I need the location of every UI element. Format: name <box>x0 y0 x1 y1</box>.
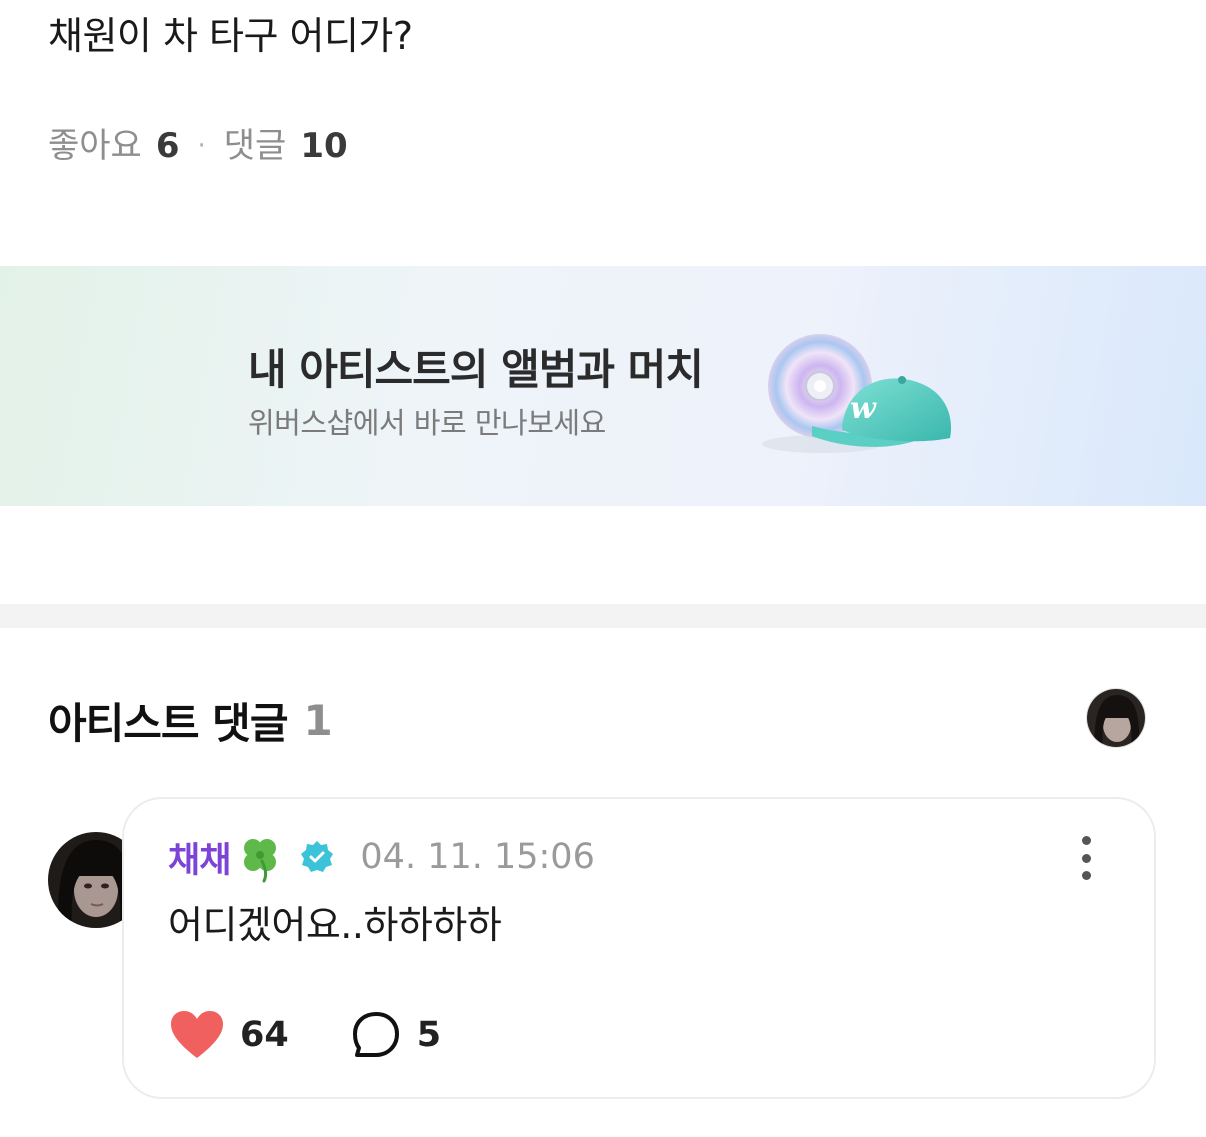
post-detail-page: 채원이 차 타구 어디가? 좋아요 6 · 댓글 10 내 아티스트의 앨범과 … <box>0 0 1206 1137</box>
like-count: 64 <box>240 1015 289 1055</box>
likes-label[interactable]: 좋아요 <box>48 122 142 170</box>
like-button[interactable]: 64 <box>170 1010 289 1060</box>
comment-timestamp: 04. 11. 15:06 <box>360 837 595 877</box>
separator-dot: · <box>197 131 206 161</box>
comments-label[interactable]: 댓글 <box>224 122 287 170</box>
heart-icon <box>171 1011 223 1058</box>
likes-count: 6 <box>155 126 180 166</box>
clover-icon <box>244 839 277 883</box>
svg-text:w: w <box>850 391 877 426</box>
banner-title: 내 아티스트의 앨범과 머치 <box>248 345 704 394</box>
verified-icon <box>301 841 334 872</box>
comment-author-name[interactable]: 채채 <box>168 832 231 883</box>
comment-text: 어디겠어요..하하하하 <box>168 903 502 947</box>
comments-count: 10 <box>300 126 348 166</box>
section-divider <box>0 604 1206 628</box>
album-cap-illustration: w <box>762 334 952 453</box>
comment-actions: 64 5 <box>170 1006 441 1064</box>
artist-comments-header: 아티스트 댓글 1 <box>48 690 333 751</box>
post-text: 채원이 차 타구 어디가? <box>48 14 413 58</box>
more-icon[interactable] <box>1074 836 1098 880</box>
shop-banner[interactable]: 내 아티스트의 앨범과 머치 위버스샵에서 바로 만나보세요 w <box>0 266 1206 506</box>
reply-button[interactable]: 5 <box>351 1010 441 1060</box>
artist-avatar-small[interactable] <box>1086 688 1146 748</box>
post-reactions: 좋아요 6 · 댓글 10 <box>48 122 348 170</box>
artist-comments-title: 아티스트 댓글 <box>48 699 288 748</box>
banner-subtitle: 위버스샵에서 바로 만나보세요 <box>248 406 606 440</box>
comment-header: 채채 04. 11. 15:06 <box>168 830 595 884</box>
reply-icon <box>352 1012 399 1057</box>
artist-comments-count: 1 <box>303 696 332 745</box>
reply-count: 5 <box>416 1015 442 1055</box>
